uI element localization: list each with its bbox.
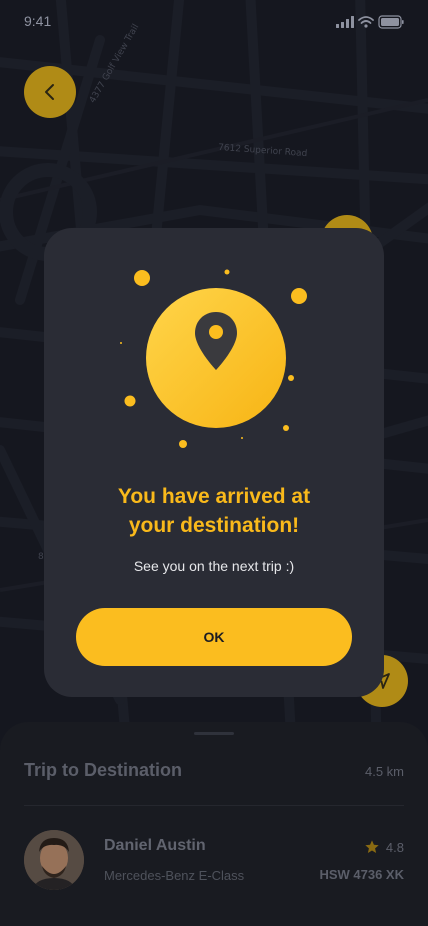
dialog-title: You have arrived at your destination! [44,482,384,540]
system-icons [336,15,404,29]
status-time: 9:41 [24,13,52,29]
arrival-dialog: You have arrived at your destination! Se… [44,228,384,697]
dialog-title-line-2: your destination! [128,514,300,537]
dialog-title-line-1: You have arrived at [117,485,311,508]
arrival-illustration [120,269,307,448]
ok-button[interactable]: OK [76,608,352,666]
sheet-overlay [0,722,428,926]
battery-icon [378,15,404,29]
status-bar: 9:41 [0,0,428,44]
wifi-icon [358,16,374,24]
dialog-subtitle: See you on the next trip :) [133,558,295,574]
signal-icon [336,16,354,28]
back-button[interactable] [24,66,76,118]
chevron-left-icon [45,84,54,100]
